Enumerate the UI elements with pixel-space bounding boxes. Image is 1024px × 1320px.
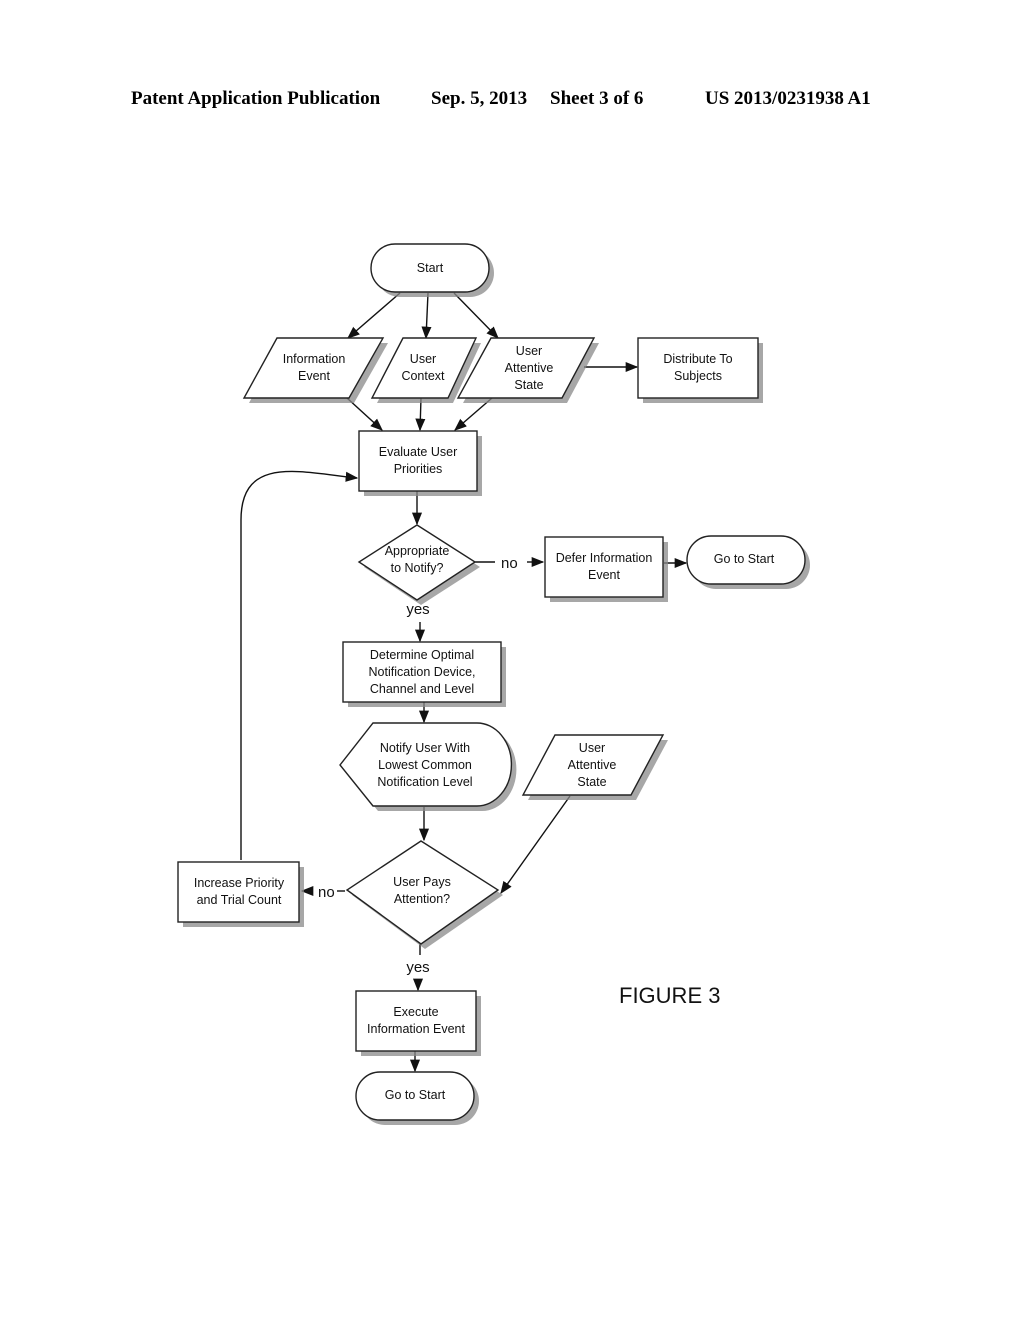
flowchart: Start Information Event User Context Use…	[177, 243, 810, 1125]
distribute-label-line1: Distribute To	[663, 352, 732, 366]
pays-attention-no-label: no	[318, 884, 335, 901]
user-attentive-state-top-line1: User	[516, 344, 542, 358]
appropriate-yes-label: yes	[406, 601, 429, 618]
notify-label-line2: Lowest Common	[378, 758, 472, 772]
execute-label-line2: Information Event	[367, 1022, 465, 1036]
information-event-input: Information Event	[242, 337, 388, 403]
user-attentive-state-bottom-line2: Attentive	[568, 758, 617, 772]
pays-attention-label-line2: Attention?	[394, 892, 450, 906]
user-context-label-line1: User	[410, 352, 436, 366]
pays-attention-yes-label: yes	[406, 959, 429, 976]
pays-attention-label-line1: User Pays	[393, 875, 451, 889]
figure-label: FIGURE 3	[619, 983, 720, 1008]
edge-start-to-user-context	[421, 292, 432, 340]
notify-user-display: Notify User With Lowest Common Notificat…	[339, 722, 517, 811]
determine-label-line1: Determine Optimal	[370, 648, 474, 662]
edge-start-to-information-event	[347, 292, 401, 339]
increase-label-line2: and Trial Count	[197, 893, 282, 907]
defer-label-line1: Defer Information	[556, 551, 653, 565]
start-terminal: Start	[370, 243, 494, 297]
evaluate-user-priorities-process: Evaluate User Priorities	[358, 430, 482, 496]
notify-label-line1: Notify User With	[380, 741, 470, 755]
information-event-label-line1: Information	[283, 352, 346, 366]
appropriate-label-line2: to Notify?	[391, 561, 444, 575]
appropriate-label-line1: Appropriate	[385, 544, 450, 558]
increase-label-line1: Increase Priority	[194, 876, 285, 890]
execute-information-event-process: Execute Information Event	[355, 990, 481, 1056]
determine-label-line2: Notification Device,	[369, 665, 476, 679]
evaluate-label-line2: Priorities	[394, 462, 443, 476]
user-attentive-state-top-line3: State	[514, 378, 543, 392]
user-attentive-state-bottom-line1: User	[579, 741, 605, 755]
evaluate-label-line1: Evaluate User	[379, 445, 458, 459]
appropriate-no-label: no	[501, 555, 518, 572]
edge-increase-to-evaluate-loop	[240, 470, 359, 860]
edge-start-to-user-attentive-state	[453, 292, 499, 339]
defer-information-event-process: Defer Information Event	[544, 536, 668, 602]
distribute-to-subjects-process: Distribute To Subjects	[637, 337, 763, 403]
go-to-start-right-terminal: Go to Start	[686, 535, 810, 589]
user-attentive-state-top-input: User Attentive State	[456, 337, 599, 403]
increase-priority-process: Increase Priority and Trial Count	[177, 861, 304, 927]
go-to-start-bottom-label: Go to Start	[385, 1088, 446, 1102]
user-attentive-state-bottom-input: User Attentive State	[521, 734, 668, 800]
user-attentive-state-top-line2: Attentive	[505, 361, 554, 375]
go-to-start-bottom-terminal: Go to Start	[355, 1071, 479, 1125]
user-pays-attention-decision: User Pays Attention?	[345, 840, 503, 949]
information-event-label-line2: Event	[298, 369, 330, 383]
notify-label-line3: Notification Level	[377, 775, 472, 789]
edge-attentive-to-pays-attention	[500, 795, 571, 895]
determine-label-line3: Channel and Level	[370, 682, 474, 696]
user-context-label-line2: Context	[401, 369, 445, 383]
user-attentive-state-bottom-line3: State	[577, 775, 606, 789]
defer-label-line2: Event	[588, 568, 620, 582]
execute-label-line1: Execute	[393, 1005, 438, 1019]
distribute-label-line2: Subjects	[674, 369, 722, 383]
go-to-start-right-label: Go to Start	[714, 552, 775, 566]
appropriate-to-notify-decision: Appropriate to Notify?	[357, 524, 480, 605]
start-label: Start	[417, 261, 444, 275]
determine-optimal-process: Determine Optimal Notification Device, C…	[342, 641, 506, 707]
